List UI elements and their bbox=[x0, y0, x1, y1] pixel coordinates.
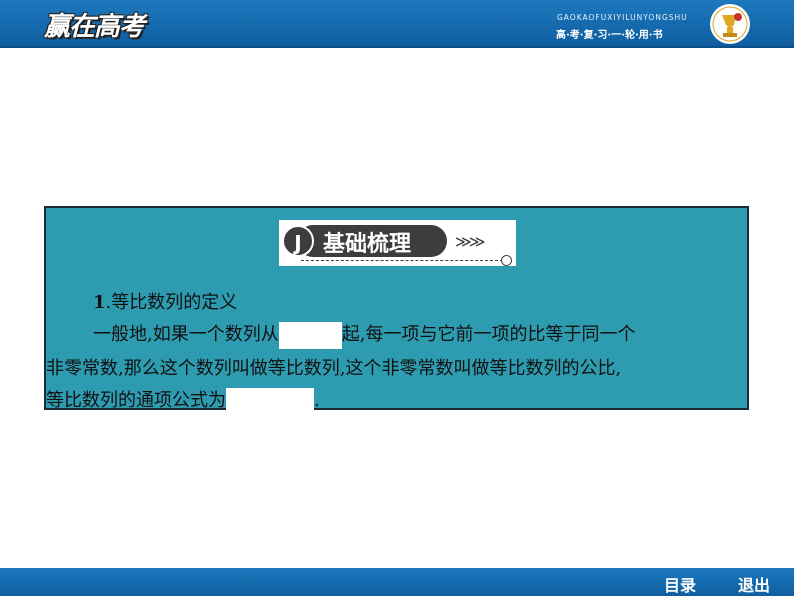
heading-text: .等比数列的定义 bbox=[105, 292, 238, 313]
series-pinyin: GAOKAOFUXIYILUNYONGSHU bbox=[557, 13, 688, 22]
line3-before: 等比数列的通项公式为 bbox=[46, 390, 226, 411]
line3-after: . bbox=[314, 390, 320, 411]
dashed-divider bbox=[301, 260, 503, 261]
chevron-right-icon: ≫≫ bbox=[455, 232, 485, 251]
footer-bar: 目录 退出 bbox=[0, 568, 794, 596]
section-badge: J 基础梳理 ≫≫ bbox=[279, 220, 516, 266]
logo: 赢在高考 bbox=[44, 12, 145, 42]
section-title: 基础梳理 bbox=[323, 232, 412, 257]
definition-heading: 1.等比数列的定义 bbox=[93, 288, 237, 314]
series-title: 高·考·复·习·一·轮·用·书 bbox=[556, 30, 663, 41]
content-panel: J 基础梳理 ≫≫ 1.等比数列的定义 一般地,如果一个数列从 起,每一项与它前一… bbox=[44, 206, 749, 414]
line1-before: 一般地,如果一个数列从 bbox=[93, 324, 279, 345]
badge-letter-icon: J bbox=[282, 225, 314, 257]
trophy-emblem-icon bbox=[710, 4, 750, 44]
exit-button[interactable]: 退出 bbox=[738, 572, 770, 596]
badge-end-dot bbox=[501, 255, 512, 266]
toc-button[interactable]: 目录 bbox=[664, 572, 696, 596]
answer-blank-1 bbox=[278, 321, 342, 349]
header-bar: 赢在高考 GAOKAOFUXIYILUNYONGSHU 高·考·复·习·一·轮·… bbox=[0, 0, 794, 48]
heading-number: 1 bbox=[93, 292, 106, 313]
definition-line-2: 非零常数,那么这个数列叫做等比数列,这个非零常数叫做等比数列的公比, bbox=[46, 358, 622, 379]
line1-after: 起,每一项与它前一项的比等于同一个 bbox=[341, 324, 636, 345]
definition-line-3: 等比数列的通项公式为. bbox=[46, 386, 320, 414]
definition-line-1: 一般地,如果一个数列从 起,每一项与它前一项的比等于同一个 bbox=[93, 320, 635, 349]
answer-blank-2 bbox=[226, 388, 314, 414]
